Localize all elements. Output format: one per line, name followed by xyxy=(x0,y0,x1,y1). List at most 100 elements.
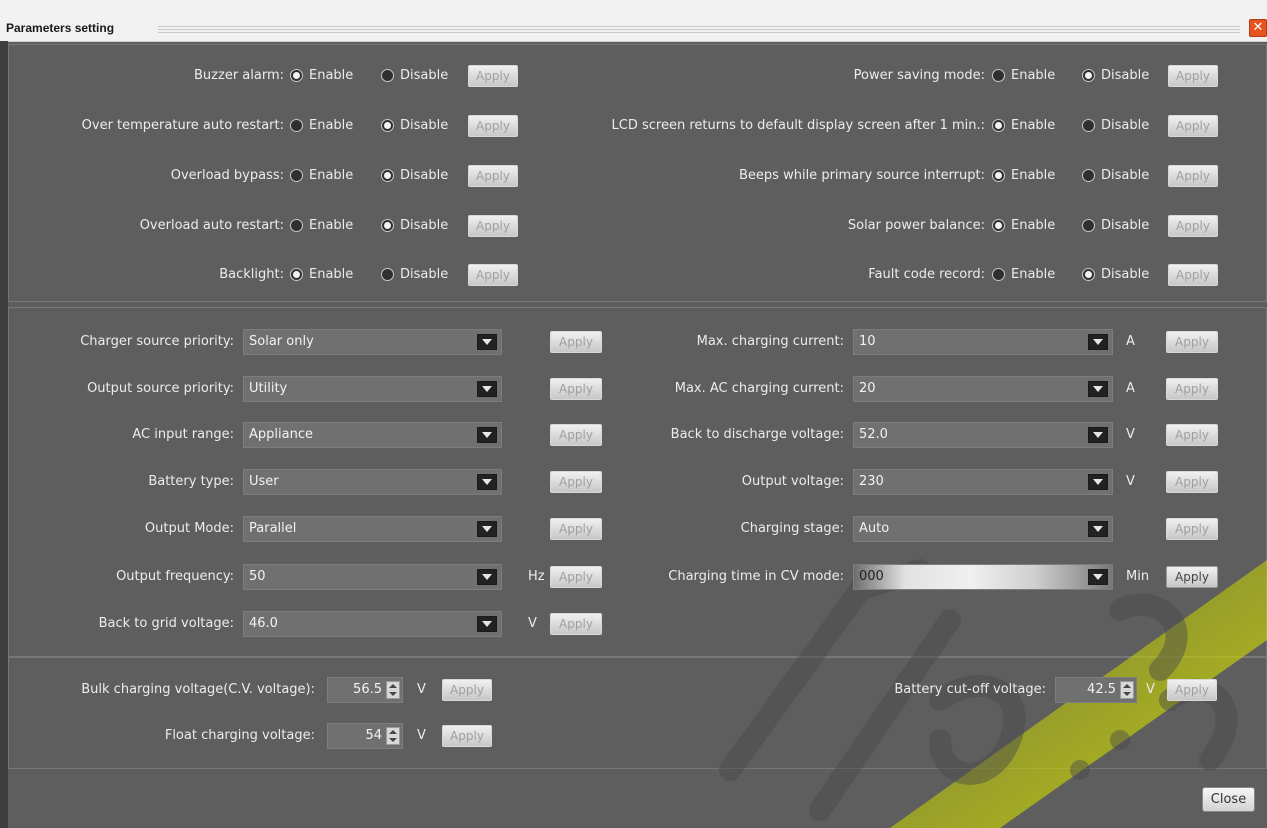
backlight-enable-radio[interactable] xyxy=(290,268,303,281)
output-voltage-apply-button[interactable]: Apply xyxy=(1166,471,1218,493)
chevron-down-icon[interactable] xyxy=(1088,474,1108,490)
title-bar[interactable]: Parameters setting ✕ xyxy=(0,0,1267,42)
power-saving-mode-enable-label[interactable]: Enable xyxy=(1011,68,1055,83)
buzzer-alarm-apply-button[interactable]: Apply xyxy=(468,65,518,87)
charging-stage-select[interactable]: Auto xyxy=(853,516,1113,542)
lcd-screen-returns-to-default-display-screen-after-1-min-apply-button[interactable]: Apply xyxy=(1168,115,1218,137)
solar-power-balance-apply-button[interactable]: Apply xyxy=(1168,215,1218,237)
float-charging-voltage-apply-button[interactable]: Apply xyxy=(442,725,492,747)
back-to-grid-voltage-apply-button[interactable]: Apply xyxy=(550,613,602,635)
overload-bypass-enable-radio[interactable] xyxy=(290,169,303,182)
fault-code-record-disable-label[interactable]: Disable xyxy=(1101,267,1149,282)
battery-cut-off-voltage-apply-button[interactable]: Apply xyxy=(1167,679,1217,701)
overload-auto-restart-disable-label[interactable]: Disable xyxy=(400,218,448,233)
battery-cut-off-voltage-spinner[interactable]: 42.5 xyxy=(1055,677,1137,703)
lcd-screen-returns-to-default-display-screen-after-1-min-enable-label[interactable]: Enable xyxy=(1011,118,1055,133)
chevron-down-icon[interactable] xyxy=(477,521,497,537)
fault-code-record-apply-button[interactable]: Apply xyxy=(1168,264,1218,286)
solar-power-balance-enable-radio[interactable] xyxy=(992,219,1005,232)
overload-bypass-disable-label[interactable]: Disable xyxy=(400,168,448,183)
overload-auto-restart-enable-label[interactable]: Enable xyxy=(309,218,353,233)
power-saving-mode-disable-label[interactable]: Disable xyxy=(1101,68,1149,83)
chevron-down-icon[interactable] xyxy=(477,474,497,490)
over-temperature-auto-restart-disable-label[interactable]: Disable xyxy=(400,118,448,133)
output-frequency-apply-button[interactable]: Apply xyxy=(550,566,602,588)
stepper-arrows-icon[interactable] xyxy=(1120,681,1134,699)
backlight-apply-button[interactable]: Apply xyxy=(468,264,518,286)
ac-input-range-select[interactable]: Appliance xyxy=(243,422,502,448)
buzzer-alarm-enable-label[interactable]: Enable xyxy=(309,68,353,83)
charging-time-in-cv-mode-select[interactable]: 000 xyxy=(853,564,1113,590)
overload-bypass-disable-radio[interactable] xyxy=(381,169,394,182)
chevron-down-icon[interactable] xyxy=(1088,334,1108,350)
back-to-discharge-voltage-apply-button[interactable]: Apply xyxy=(1166,424,1218,446)
over-temperature-auto-restart-disable-radio[interactable] xyxy=(381,119,394,132)
chevron-down-icon[interactable] xyxy=(1088,427,1108,443)
chevron-down-icon[interactable] xyxy=(1088,521,1108,537)
beeps-while-primary-source-interrupt-disable-label[interactable]: Disable xyxy=(1101,168,1149,183)
over-temperature-auto-restart-apply-button[interactable]: Apply xyxy=(468,115,518,137)
solar-power-balance-disable-label[interactable]: Disable xyxy=(1101,218,1149,233)
overload-auto-restart-enable-radio[interactable] xyxy=(290,219,303,232)
power-saving-mode-disable-radio[interactable] xyxy=(1082,69,1095,82)
backlight-disable-label[interactable]: Disable xyxy=(400,267,448,282)
fault-code-record-enable-label[interactable]: Enable xyxy=(1011,267,1055,282)
buzzer-alarm-disable-label[interactable]: Disable xyxy=(400,68,448,83)
stepper-arrows-icon[interactable] xyxy=(386,727,400,745)
output-frequency-select[interactable]: 50 xyxy=(243,564,502,590)
solar-power-balance-enable-label[interactable]: Enable xyxy=(1011,218,1055,233)
lcd-screen-returns-to-default-display-screen-after-1-min-enable-radio[interactable] xyxy=(992,119,1005,132)
chevron-down-icon[interactable] xyxy=(1088,569,1108,585)
backlight-disable-radio[interactable] xyxy=(381,268,394,281)
max-ac-charging-current-select[interactable]: 20 xyxy=(853,376,1113,402)
backlight-enable-label[interactable]: Enable xyxy=(309,267,353,282)
overload-auto-restart-apply-button[interactable]: Apply xyxy=(468,215,518,237)
charging-time-in-cv-mode-apply-button[interactable]: Apply xyxy=(1166,566,1218,588)
output-mode-select[interactable]: Parallel xyxy=(243,516,502,542)
bulk-charging-voltage-c-v-voltage-apply-button[interactable]: Apply xyxy=(442,679,492,701)
overload-bypass-apply-button[interactable]: Apply xyxy=(468,165,518,187)
close-button[interactable]: Close xyxy=(1202,787,1255,812)
chevron-down-icon[interactable] xyxy=(477,381,497,397)
buzzer-alarm-enable-radio[interactable] xyxy=(290,69,303,82)
charger-source-priority-select[interactable]: Solar only xyxy=(243,329,502,355)
float-charging-voltage-spinner[interactable]: 54 xyxy=(327,723,403,749)
max-charging-current-apply-button[interactable]: Apply xyxy=(1166,331,1218,353)
stepper-arrows-icon[interactable] xyxy=(386,681,400,699)
chevron-down-icon[interactable] xyxy=(477,569,497,585)
over-temperature-auto-restart-enable-label[interactable]: Enable xyxy=(309,118,353,133)
over-temperature-auto-restart-enable-radio[interactable] xyxy=(290,119,303,132)
back-to-discharge-voltage-select[interactable]: 52.0 xyxy=(853,422,1113,448)
charger-source-priority-apply-button[interactable]: Apply xyxy=(550,331,602,353)
back-to-grid-voltage-select[interactable]: 46.0 xyxy=(243,611,502,637)
beeps-while-primary-source-interrupt-enable-label[interactable]: Enable xyxy=(1011,168,1055,183)
output-voltage-select[interactable]: 230 xyxy=(853,469,1113,495)
output-source-priority-select[interactable]: Utility xyxy=(243,376,502,402)
close-icon[interactable]: ✕ xyxy=(1249,19,1267,37)
overload-bypass-enable-label[interactable]: Enable xyxy=(309,168,353,183)
chevron-down-icon[interactable] xyxy=(477,616,497,632)
lcd-screen-returns-to-default-display-screen-after-1-min-disable-label[interactable]: Disable xyxy=(1101,118,1149,133)
chevron-down-icon[interactable] xyxy=(477,427,497,443)
chevron-down-icon[interactable] xyxy=(1088,381,1108,397)
max-ac-charging-current-apply-button[interactable]: Apply xyxy=(1166,378,1218,400)
ac-input-range-apply-button[interactable]: Apply xyxy=(550,424,602,446)
overload-auto-restart-disable-radio[interactable] xyxy=(381,219,394,232)
chevron-down-icon[interactable] xyxy=(477,334,497,350)
power-saving-mode-apply-button[interactable]: Apply xyxy=(1168,65,1218,87)
power-saving-mode-enable-radio[interactable] xyxy=(992,69,1005,82)
charging-stage-apply-button[interactable]: Apply xyxy=(1166,518,1218,540)
beeps-while-primary-source-interrupt-apply-button[interactable]: Apply xyxy=(1168,165,1218,187)
beeps-while-primary-source-interrupt-enable-radio[interactable] xyxy=(992,169,1005,182)
beeps-while-primary-source-interrupt-disable-radio[interactable] xyxy=(1082,169,1095,182)
buzzer-alarm-disable-radio[interactable] xyxy=(381,69,394,82)
solar-power-balance-disable-radio[interactable] xyxy=(1082,219,1095,232)
fault-code-record-disable-radio[interactable] xyxy=(1082,268,1095,281)
max-charging-current-select[interactable]: 10 xyxy=(853,329,1113,355)
battery-type-apply-button[interactable]: Apply xyxy=(550,471,602,493)
output-mode-apply-button[interactable]: Apply xyxy=(550,518,602,540)
fault-code-record-enable-radio[interactable] xyxy=(992,268,1005,281)
output-source-priority-apply-button[interactable]: Apply xyxy=(550,378,602,400)
battery-type-select[interactable]: User xyxy=(243,469,502,495)
lcd-screen-returns-to-default-display-screen-after-1-min-disable-radio[interactable] xyxy=(1082,119,1095,132)
